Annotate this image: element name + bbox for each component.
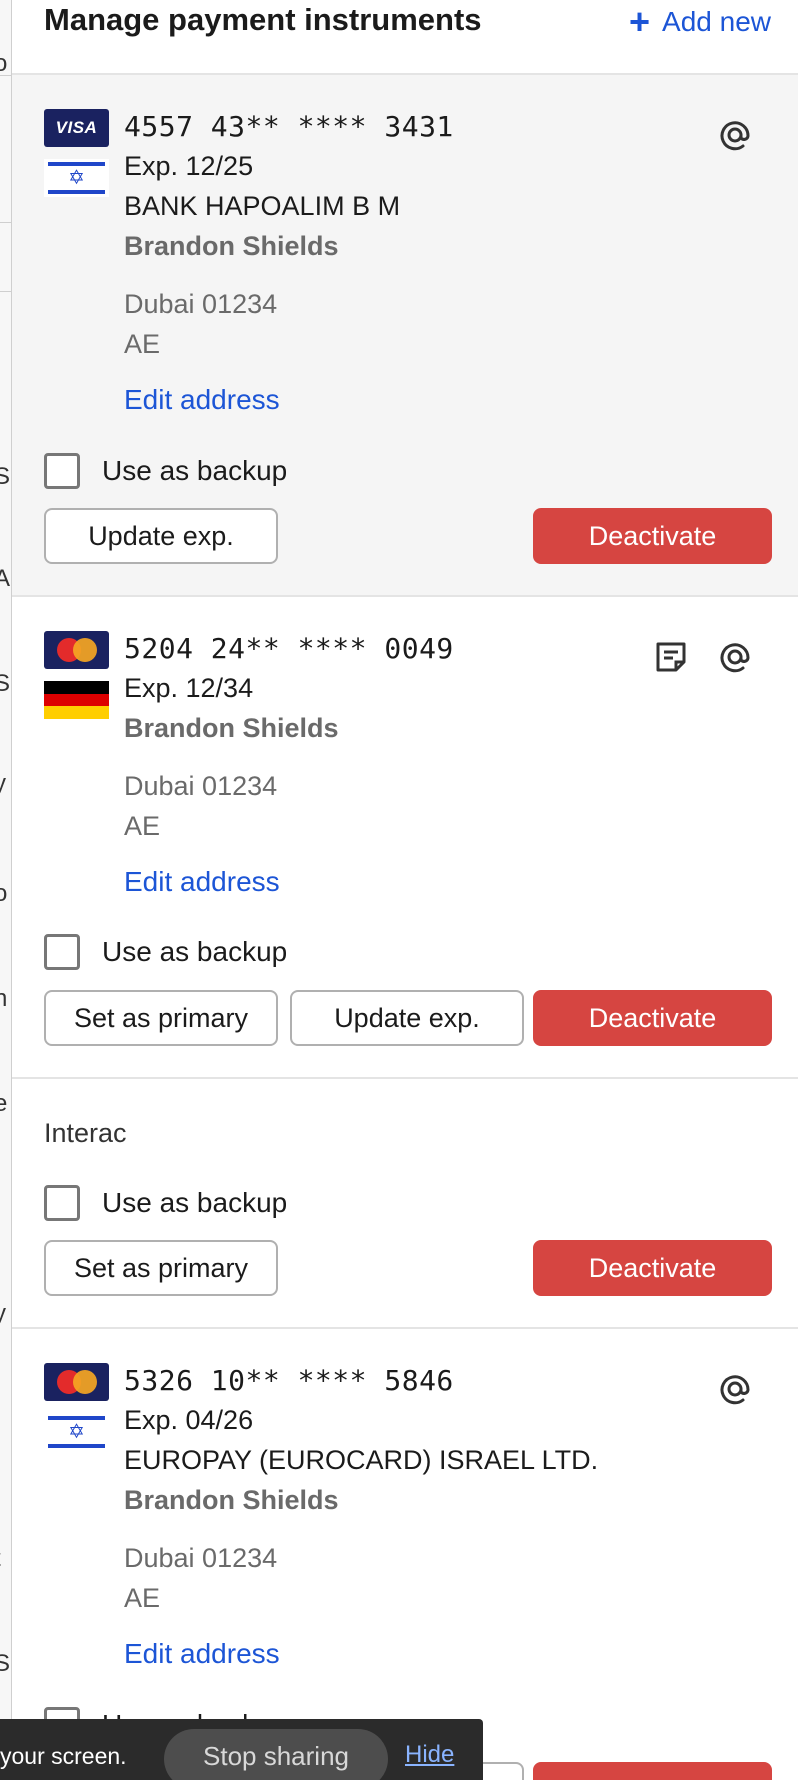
checkbox-box[interactable] — [44, 1185, 80, 1221]
mastercard-logo-icon — [44, 1363, 109, 1401]
address-city: Dubai 01234 — [124, 1543, 278, 1573]
payment-instruments-panel: Manage payment instruments + Add new VIS… — [11, 0, 798, 1780]
set-as-primary-button[interactable]: Set as primary — [44, 1240, 278, 1296]
card-expiry: Exp. 12/34 — [124, 673, 254, 703]
card-holder: Brandon Shields — [124, 231, 339, 261]
screen-share-message: your screen. — [0, 1743, 127, 1769]
at-sign-icon[interactable] — [715, 1369, 755, 1409]
plus-icon: + — [629, 1, 651, 42]
note-icon[interactable] — [651, 637, 691, 677]
address-country: AE — [124, 329, 161, 359]
checkbox-label: Use as backup — [102, 936, 288, 967]
screen-share-bar: your screen. Stop sharing Hide — [0, 1719, 483, 1780]
use-as-backup-checkbox[interactable]: Use as backup — [44, 1185, 287, 1221]
update-exp-button[interactable]: Update exp. — [290, 990, 524, 1046]
issuing-bank: BANK HAPOALIM B M — [124, 191, 401, 221]
issuing-bank: EUROPAY (EUROCARD) ISRAEL LTD. — [124, 1445, 599, 1475]
card-holder: Brandon Shields — [124, 713, 339, 743]
add-new-label: Add new — [662, 6, 771, 37]
card-expiry: Exp. 04/26 — [124, 1405, 254, 1435]
instrument-card: Interac Use as backup Set as primary Dea… — [12, 1079, 798, 1329]
checkbox-label: Use as backup — [102, 455, 288, 486]
deactivate-button[interactable]: Deactivate — [533, 990, 772, 1046]
instrument-name: Interac — [44, 1118, 127, 1148]
instrument-card: ✡ 5326 10** **** 5846 Exp. 04/26 EUROPAY… — [12, 1329, 798, 1780]
edit-address-link[interactable]: Edit address — [124, 866, 280, 898]
israel-flag-icon: ✡ — [44, 159, 109, 197]
visa-logo-icon: VISA — [44, 109, 109, 147]
use-as-backup-checkbox[interactable]: Use as backup — [44, 453, 287, 489]
instrument-card: 5204 24** **** 0049 Exp. 12/34 Brandon S… — [12, 597, 798, 1079]
address-country: AE — [124, 811, 161, 841]
stop-sharing-button[interactable]: Stop sharing — [164, 1729, 388, 1780]
instrument-card: VISA ✡ 4557 43** **** 3431 Exp. 12/25 BA… — [12, 75, 798, 597]
hide-link[interactable]: Hide — [405, 1741, 454, 1769]
checkbox-label: Use as backup — [102, 1187, 288, 1218]
card-number: 5326 10** **** 5846 — [124, 1364, 454, 1397]
address-city: Dubai 01234 — [124, 289, 278, 319]
mastercard-logo-icon — [44, 631, 109, 669]
checkbox-box[interactable] — [44, 453, 80, 489]
at-sign-icon[interactable] — [715, 115, 755, 155]
checkbox-box[interactable] — [44, 934, 80, 970]
page-title: Manage payment instruments — [44, 2, 482, 37]
at-sign-icon[interactable] — [715, 637, 755, 677]
address-country: AE — [124, 1583, 161, 1613]
israel-flag-icon: ✡ — [44, 1413, 109, 1451]
deactivate-button[interactable]: Deactivate — [533, 508, 772, 564]
deactivate-button[interactable] — [533, 1762, 772, 1780]
card-number: 4557 43** **** 3431 — [124, 110, 454, 143]
use-as-backup-checkbox[interactable]: Use as backup — [44, 934, 287, 970]
set-as-primary-button[interactable]: Set as primary — [44, 990, 278, 1046]
panel-header: Manage payment instruments + Add new — [12, 0, 798, 75]
update-exp-button[interactable]: Update exp. — [44, 508, 278, 564]
address-city: Dubai 01234 — [124, 771, 278, 801]
edit-address-link[interactable]: Edit address — [124, 1638, 280, 1670]
deactivate-button[interactable]: Deactivate — [533, 1240, 772, 1296]
add-new-button[interactable]: + Add new — [629, 4, 771, 40]
card-number: 5204 24** **** 0049 — [124, 632, 454, 665]
card-expiry: Exp. 12/25 — [124, 151, 254, 181]
edit-address-link[interactable]: Edit address — [124, 384, 280, 416]
germany-flag-icon — [44, 681, 109, 719]
card-holder: Brandon Shields — [124, 1485, 339, 1515]
